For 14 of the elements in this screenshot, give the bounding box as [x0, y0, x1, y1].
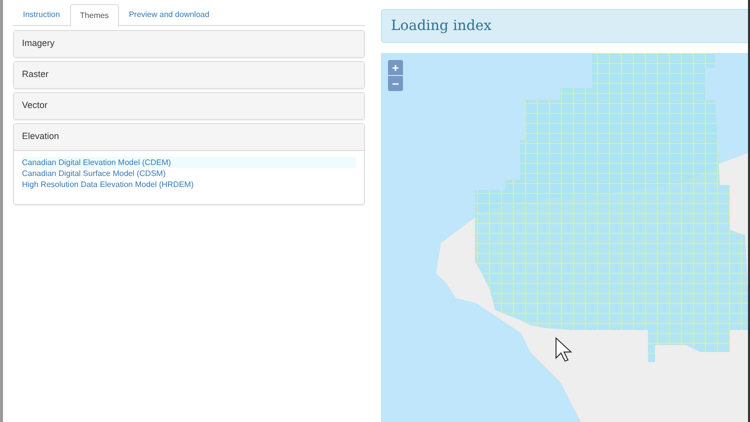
panel-header[interactable]: Raster: [14, 62, 364, 88]
tab[interactable]: Themes: [70, 4, 119, 27]
map[interactable]: + −: [381, 53, 748, 422]
zoom-in-button[interactable]: +: [388, 60, 403, 75]
tab[interactable]: Instruction: [13, 4, 70, 26]
zoom-out-button[interactable]: −: [388, 76, 403, 91]
dataset-link[interactable]: Canadian Digital Elevation Model (CDEM): [22, 157, 356, 168]
panel-header[interactable]: Imagery: [14, 31, 364, 57]
dataset-link[interactable]: Canadian Digital Surface Model (CDSM): [22, 168, 356, 179]
tab[interactable]: Preview and download: [118, 4, 220, 26]
dataset-link[interactable]: High Resolution Data Elevation Model (HRDEM): [22, 179, 356, 190]
panel-header[interactable]: Elevation: [14, 124, 364, 151]
panel-header[interactable]: Vector: [14, 93, 364, 119]
loading-index-header: Loading index: [381, 9, 750, 43]
